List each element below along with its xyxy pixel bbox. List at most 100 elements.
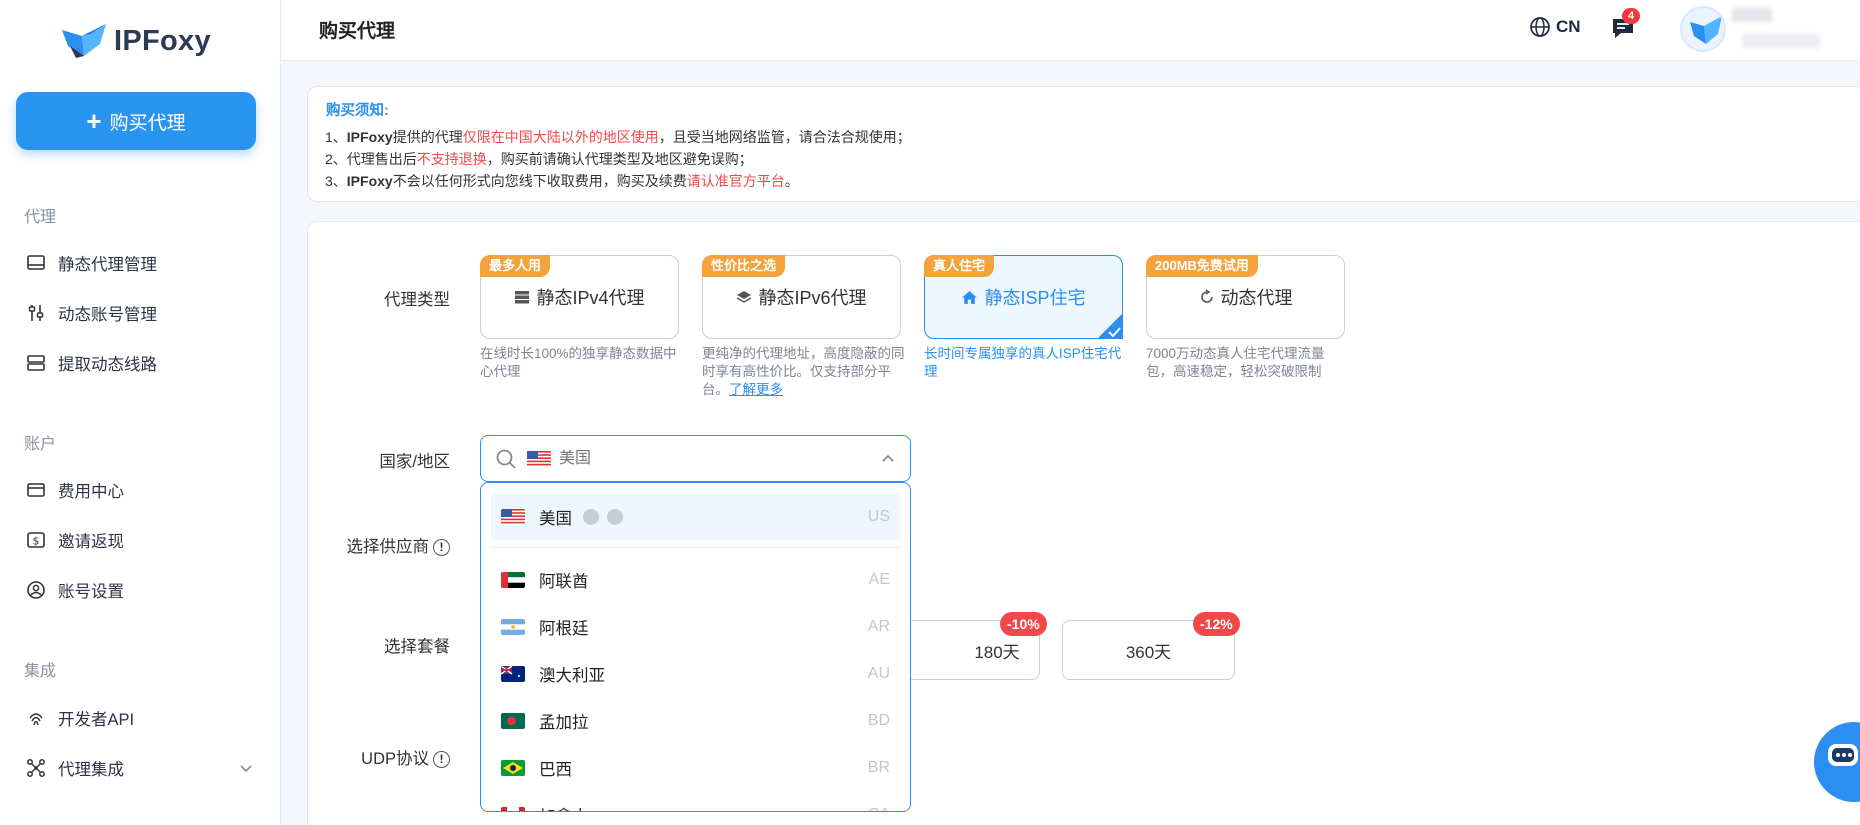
country-search-input[interactable] [559,449,839,468]
section-title-integration: 集成 [24,663,57,680]
chat-bubble-icon [1828,744,1858,766]
notice-brand: IPFoxy [346,173,393,189]
nav-label: 费用中心 [58,483,124,501]
bd-flag-icon [501,713,525,729]
udp-label: UDP协议! [340,745,450,769]
plus-icon: + [86,106,102,136]
type-name: 动态代理 [1220,288,1293,308]
discount-badge: -12% [1193,612,1240,636]
divider [491,547,900,548]
info-icon[interactable]: ! [433,539,450,557]
udp-label-text: UDP协议 [361,750,429,768]
type-name-row: 静态ISP住宅 [925,284,1122,310]
country-name: 阿根廷 [539,620,589,638]
notice-line-1: 1、IPFoxy提供的代理仅限在中国大陆以外的地区使用，且受当地网络监管，请合法… [325,127,911,147]
country-code: AR [867,618,890,635]
us-flag-icon [501,509,525,525]
nav-invite[interactable]: $ 邀请返现 [26,526,256,554]
nav-dynamic-account[interactable]: 动态账号管理 [26,299,256,327]
globe-icon [1530,17,1550,37]
avatar[interactable] [1680,6,1726,52]
nav-label: 代理集成 [58,761,124,779]
sidebar: IPFoxy + 购买代理 代理 静态代理管理 动态账号管理 提取动态线路 账户… [0,0,281,825]
nav-label: 提取动态线路 [58,356,157,374]
country-option-br[interactable]: 巴西 BR [491,745,900,791]
notice-highlight: 不支持退换 [416,151,487,167]
nav-proxy-integration[interactable]: 代理集成 [26,754,256,782]
purchase-notice: 购买须知: 1、IPFoxy提供的代理仅限在中国大陆以外的地区使用，且受当地网络… [307,86,1860,202]
house-icon [962,290,978,304]
nav-extract-lines[interactable]: 提取动态线路 [26,349,256,377]
type-name: 静态IPv4代理 [536,288,645,308]
notice-text: 1、 [325,129,347,145]
learn-more-link[interactable]: 了解更多 [729,382,783,397]
country-code: US [867,508,890,525]
country-code: BR [867,759,890,776]
type-card-dynamic[interactable]: 200MB免费试用 动态代理 [1146,255,1345,339]
br-flag-icon [501,760,525,776]
country-option-ar[interactable]: 阿根廷 AR [491,604,900,650]
country-search-box[interactable] [480,435,911,482]
country-name: 孟加拉 [539,714,589,732]
nav-label: 开发者API [58,711,135,729]
country-option-ae[interactable]: 阿联酋 AE [491,557,900,603]
nav-account-settings[interactable]: 账号设置 [26,576,256,604]
country-label: 国家/地区 [379,453,450,471]
plan-label-text: 180天 [974,642,1020,662]
nav-label: 账号设置 [58,583,124,601]
type-desc-dynamic: 7000万动态真人住宅代理流量包，高速稳定，轻松突破限制 [1146,346,1325,379]
buy-proxy-label: 购买代理 [109,112,186,134]
notice-text: 。 [784,173,799,189]
supplier-label: 选择供应商! [330,533,450,557]
fox-logo-icon [62,24,106,58]
search-icon [496,449,516,469]
notice-highlight: 请认准官方平台 [686,173,785,189]
type-desc-isp: 长时间专属独享的真人ISP住宅代理 [924,346,1122,379]
country-name: 澳大利亚 [539,667,605,685]
ae-flag-icon [501,572,525,588]
discount-badge: -10% [1000,612,1047,636]
type-card-ipv6[interactable]: 性价比之选 静态IPv6代理 [702,255,901,339]
notice-text: ，且受当地网络监管，请合法合规使用； [658,129,911,145]
notice-line-3: 3、IPFoxy不会以任何形式向您线下收取费用，购买及续费请认准官方平台。 [325,171,799,191]
layers-icon [737,291,752,303]
country-option-ca[interactable]: 加拿大 CA [491,792,900,811]
info-icon[interactable]: ! [433,751,450,769]
country-option-bd[interactable]: 孟加拉 BD [491,698,900,744]
chevron-up-icon[interactable] [880,451,896,467]
user-icon [27,581,45,599]
fox-avatar-icon [1690,16,1722,44]
notice-text: 不会以任何形式向您线下收取费用，购买及续费 [392,173,687,189]
country-name: 巴西 [539,761,572,779]
type-name: 静态IPv6代理 [758,288,867,308]
notice-text: 提供的代理 [392,129,463,145]
country-name: 阿联酋 [539,573,589,591]
chevron-down-icon[interactable] [236,758,256,778]
network-icon [27,759,45,777]
language-label: CN [1556,17,1581,36]
notice-text: ，购买前请确认代理类型及地区避免误购； [486,151,753,167]
ipfoxy-logo[interactable]: IPFoxy [60,22,211,60]
type-tag: 真人住宅 [924,255,995,277]
svg-text:$: $ [33,535,40,548]
type-card-ipv4[interactable]: 最多人用 静态IPv4代理 [480,255,679,339]
supplier-label-text: 选择供应商 [346,538,430,556]
country-name: 美国 [539,510,572,528]
nav-billing[interactable]: 费用中心 [26,476,256,504]
us-flag-icon [527,450,551,467]
country-option-au[interactable]: 澳大利亚 AU [491,651,900,697]
nav-label: 静态代理管理 [58,256,157,274]
type-card-isp[interactable]: 真人住宅 静态ISP住宅 [924,255,1123,339]
server-icon [515,291,530,304]
country-option-us[interactable]: 美国 US [491,494,900,540]
proxy-type-label: 代理类型 [384,291,450,309]
section-title-account: 账户 [24,436,57,453]
plan-label-text: 360天 [1125,642,1172,662]
nav-developer-api[interactable]: 开发者API [26,704,256,732]
section-title-proxy: 代理 [24,209,57,226]
language-switcher[interactable]: CN [1529,16,1581,38]
country-code: BD [867,712,890,729]
logo-text: IPFoxy [114,24,211,57]
nav-static-proxy[interactable]: 静态代理管理 [26,249,256,277]
buy-proxy-button[interactable]: + 购买代理 [16,92,256,150]
